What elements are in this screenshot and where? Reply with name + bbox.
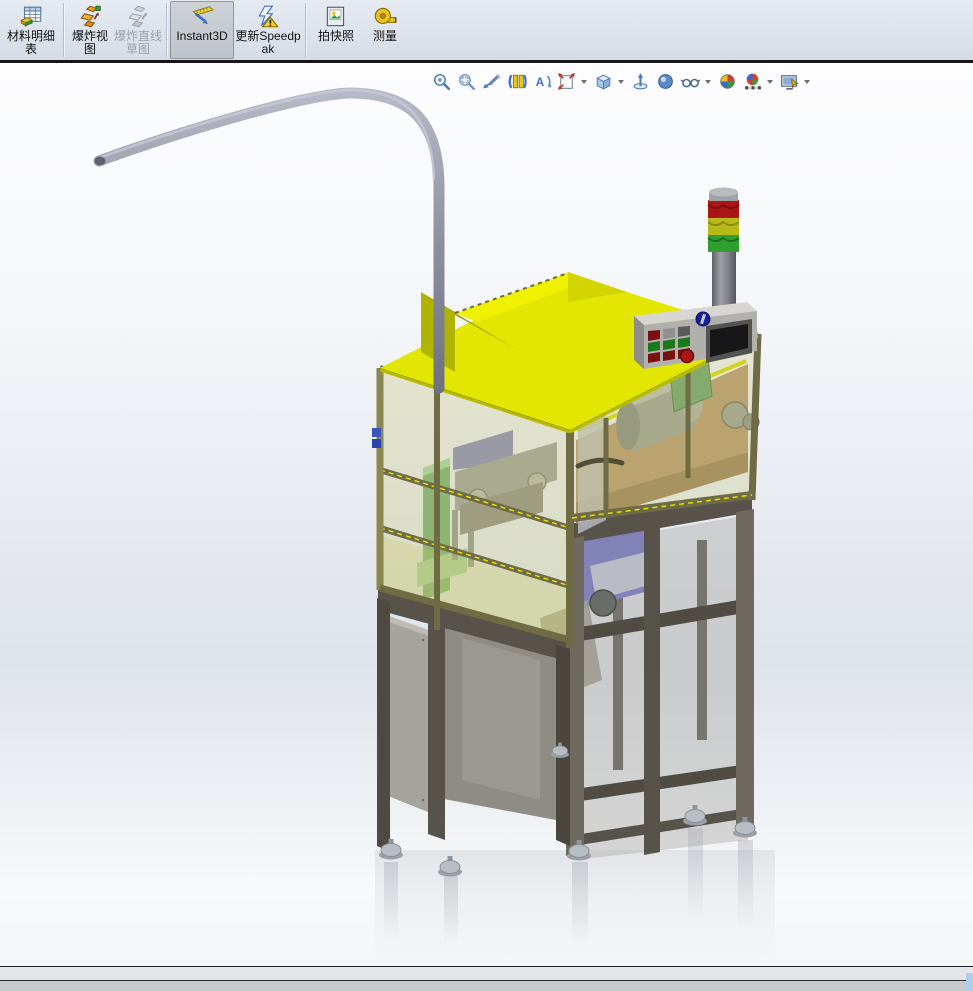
signal-tower[interactable] — [708, 188, 739, 311]
dropdown-arrow-icon[interactable] — [581, 80, 587, 84]
bom-table-icon — [18, 4, 44, 30]
door-latch[interactable] — [372, 428, 381, 437]
zoom-to-fit-button[interactable] — [430, 70, 453, 93]
measure-button[interactable]: 测量 — [363, 1, 407, 59]
measure-button-label: 测量 — [373, 30, 397, 43]
solidworks-window: 材料明细表 爆炸视图 — [0, 0, 973, 991]
toolbar-separator — [63, 3, 64, 57]
apply-scene-icon — [717, 71, 738, 92]
dropdown-arrow-icon[interactable] — [618, 80, 624, 84]
door-latch[interactable] — [372, 439, 381, 448]
zoom-to-area-icon — [456, 71, 477, 92]
section-view-button[interactable] — [505, 70, 528, 93]
update-speedpak-button[interactable]: 更新Speedpak — [234, 1, 302, 59]
zoom-to-area-button[interactable] — [455, 70, 478, 93]
3d-drawing-view-button[interactable]: A — [530, 70, 553, 93]
instant3d-button-label: Instant3D — [176, 30, 227, 43]
command-toolbar: 材料明细表 爆炸视图 — [0, 0, 973, 63]
exploded-view-button-label: 爆炸视图 — [68, 30, 112, 56]
dropdown-arrow-icon[interactable] — [804, 80, 810, 84]
assembly-model[interactable] — [0, 66, 973, 966]
graphics-viewport[interactable]: A — [0, 66, 973, 966]
edit-appearance-button[interactable] — [654, 70, 677, 93]
bom-button[interactable]: 材料明细表 — [2, 1, 60, 59]
instant3d-button[interactable]: Instant3D — [170, 1, 234, 59]
hide-show-axes-icon — [630, 71, 651, 92]
view-orientation-button[interactable] — [555, 70, 578, 93]
svg-text:A: A — [536, 77, 545, 89]
headsup-view-toolbar: A — [430, 70, 813, 93]
hide-show-axes-button[interactable] — [629, 70, 652, 93]
camera-options-icon — [779, 71, 800, 92]
hide-show-items-button[interactable] — [679, 70, 702, 93]
exploded-line-sketch-button-label: 爆炸直线草图 — [114, 30, 162, 56]
view-settings-button[interactable] — [741, 70, 764, 93]
curved-feed-pipe[interactable] — [95, 90, 440, 388]
exploded-view-button[interactable]: 爆炸视图 — [67, 1, 113, 59]
exploded-view-icon — [77, 4, 103, 30]
instant3d-icon — [189, 4, 215, 30]
snapshot-button-label: 拍快照 — [318, 30, 354, 43]
apply-scene-button[interactable] — [716, 70, 739, 93]
dropdown-arrow-icon[interactable] — [767, 80, 773, 84]
section-view-icon — [506, 71, 527, 92]
previous-view-button[interactable] — [480, 70, 503, 93]
display-style-button[interactable] — [592, 70, 615, 93]
snapshot-icon — [323, 4, 349, 30]
measure-tape-icon — [372, 4, 398, 30]
edit-appearance-icon — [655, 71, 676, 92]
display-style-icon — [593, 71, 614, 92]
exploded-line-sketch-icon — [125, 4, 151, 30]
snapshot-button[interactable]: 拍快照 — [309, 1, 363, 59]
hide-show-items-icon — [680, 71, 701, 92]
bom-button-label: 材料明细表 — [3, 30, 59, 56]
camera-options-button[interactable] — [778, 70, 801, 93]
view-orientation-icon — [556, 71, 577, 92]
3d-drawing-view-icon: A — [531, 71, 552, 92]
emergency-stop-button[interactable] — [681, 350, 694, 363]
status-bar — [0, 966, 973, 981]
zoom-to-fit-icon — [431, 71, 452, 92]
toolbar-separator — [305, 3, 306, 57]
resize-corner — [966, 973, 973, 991]
dropdown-arrow-icon[interactable] — [705, 80, 711, 84]
view-settings-icon — [742, 71, 763, 92]
update-speedpak-button-label: 更新Speedpak — [235, 30, 301, 56]
window-edge — [0, 981, 973, 991]
exploded-line-sketch-button[interactable]: 爆炸直线草图 — [113, 1, 163, 59]
update-speedpak-icon — [255, 4, 281, 30]
toolbar-separator — [166, 3, 167, 57]
previous-view-icon — [481, 71, 502, 92]
